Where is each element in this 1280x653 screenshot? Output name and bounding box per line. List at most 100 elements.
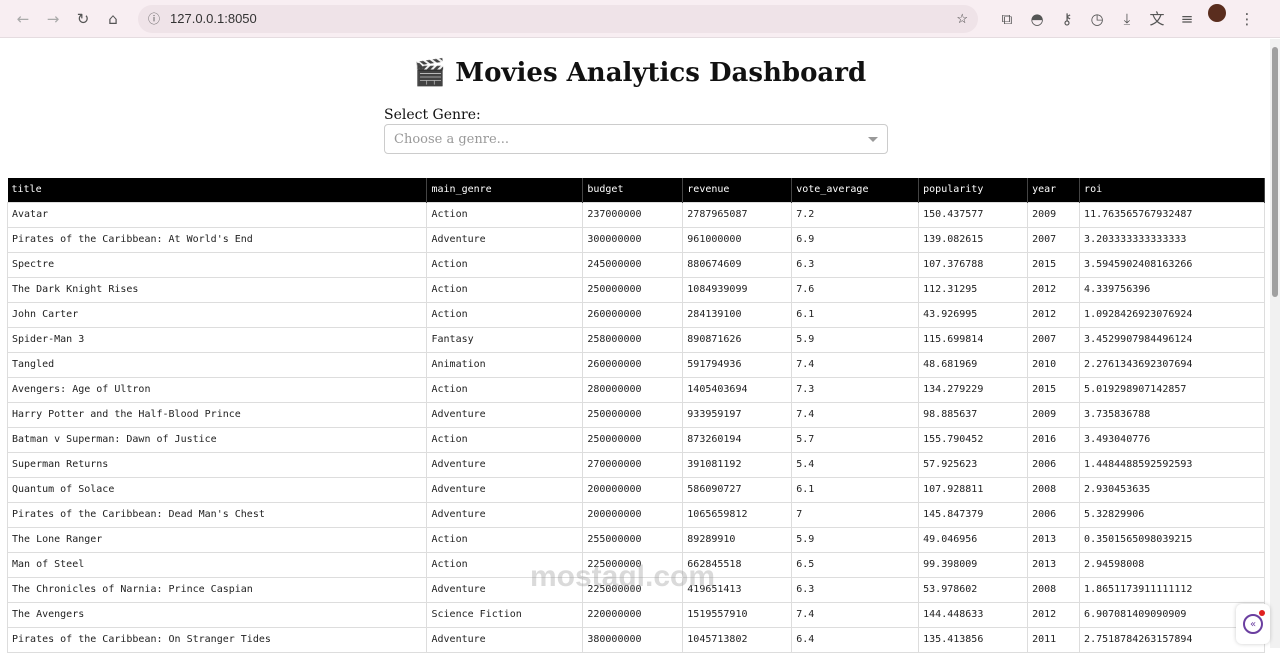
cell-revenue: 1084939099 bbox=[682, 276, 793, 303]
cell-popularity: 99.398009 bbox=[918, 551, 1029, 578]
column-header-vote-average[interactable]: vote_average bbox=[791, 178, 920, 202]
cell-roi: 3.4529907984496124 bbox=[1079, 326, 1265, 353]
cell-vote-average: 5.9 bbox=[791, 326, 920, 353]
scrollbar[interactable] bbox=[1270, 39, 1280, 648]
translate-icon[interactable]: 文 bbox=[1142, 4, 1172, 34]
cell-main-genre: Action bbox=[426, 276, 584, 303]
table-row: Pirates of the Caribbean: At World's End… bbox=[6, 226, 1265, 253]
history-icon[interactable]: ◷ bbox=[1082, 4, 1112, 34]
cell-title: Harry Potter and the Half-Blood Prince bbox=[6, 401, 428, 428]
media-control-icon[interactable]: ≡ bbox=[1172, 4, 1202, 34]
cell-popularity: 150.437577 bbox=[918, 201, 1029, 228]
cell-main-genre: Animation bbox=[426, 351, 584, 378]
cell-year: 2008 bbox=[1027, 576, 1081, 603]
cell-budget: 258000000 bbox=[582, 326, 684, 353]
cell-year: 2009 bbox=[1027, 201, 1081, 228]
cell-title: Pirates of the Caribbean: On Stranger Ti… bbox=[6, 626, 428, 653]
site-info-icon[interactable]: ⓘ bbox=[148, 10, 160, 27]
cell-title: Superman Returns bbox=[6, 451, 428, 478]
cell-title: Pirates of the Caribbean: Dead Man's Che… bbox=[6, 501, 428, 528]
incognito-icon[interactable]: ◓ bbox=[1022, 4, 1052, 34]
cell-revenue: 961000000 bbox=[682, 226, 793, 253]
cell-revenue: 933959197 bbox=[682, 401, 793, 428]
cell-main-genre: Adventure bbox=[426, 226, 584, 253]
table-row: Superman Returns Adventure 270000000 391081… bbox=[6, 451, 1265, 478]
column-header-main-genre[interactable]: main_genre bbox=[426, 178, 584, 202]
cell-title: Quantum of Solace bbox=[6, 476, 428, 503]
column-header-year[interactable]: year bbox=[1027, 178, 1081, 202]
cell-year: 2008 bbox=[1027, 476, 1081, 503]
cell-year: 2013 bbox=[1027, 526, 1081, 553]
cell-roi: 11.763565767932487 bbox=[1079, 201, 1265, 228]
url-text[interactable]: 127.0.0.1:8050 bbox=[170, 11, 956, 26]
cell-title: Pirates of the Caribbean: At World's End bbox=[6, 226, 428, 253]
column-header-title[interactable]: title bbox=[7, 178, 428, 202]
cell-vote-average: 6.1 bbox=[791, 301, 920, 328]
cell-vote-average: 7.4 bbox=[791, 401, 920, 428]
clapper-icon: 🎬 bbox=[413, 58, 447, 88]
cell-revenue: 1519557910 bbox=[682, 601, 793, 628]
bookmark-star-icon[interactable]: ☆ bbox=[956, 11, 968, 27]
cell-budget: 255000000 bbox=[582, 526, 684, 553]
cell-year: 2012 bbox=[1027, 301, 1081, 328]
cell-vote-average: 6.4 bbox=[791, 626, 920, 653]
cell-vote-average: 7.2 bbox=[791, 201, 920, 228]
cell-vote-average: 7.6 bbox=[791, 276, 920, 303]
cell-roi: 1.4484488592592593 bbox=[1079, 451, 1265, 478]
cell-popularity: 57.925623 bbox=[918, 451, 1029, 478]
cell-budget: 220000000 bbox=[582, 601, 684, 628]
cell-year: 2007 bbox=[1027, 326, 1081, 353]
table-row: Pirates of the Caribbean: Dead Man's Che… bbox=[6, 501, 1265, 528]
chevron-down-icon[interactable] bbox=[868, 136, 878, 142]
cell-popularity: 107.376788 bbox=[918, 251, 1029, 278]
cell-main-genre: Action bbox=[426, 376, 584, 403]
cell-budget: 200000000 bbox=[582, 501, 684, 528]
cell-main-genre: Fantasy bbox=[426, 326, 584, 353]
cell-roi: 5.32829906 bbox=[1079, 501, 1265, 528]
column-header-budget[interactable]: budget bbox=[582, 178, 684, 202]
column-header-revenue[interactable]: revenue bbox=[682, 178, 793, 202]
download-icon[interactable]: ⤓ bbox=[1112, 4, 1142, 34]
genre-dropdown[interactable]: Choose a genre... bbox=[384, 124, 888, 154]
cell-main-genre: Adventure bbox=[426, 501, 584, 528]
table-row: Batman v Superman: Dawn of Justice Action… bbox=[6, 426, 1265, 453]
cell-title: John Carter bbox=[6, 301, 428, 328]
scrollbar-thumb[interactable] bbox=[1272, 47, 1278, 297]
cell-revenue: 89289910 bbox=[682, 526, 793, 553]
forward-icon[interactable]: → bbox=[38, 4, 68, 34]
cell-year: 2007 bbox=[1027, 226, 1081, 253]
floating-assistant-button[interactable]: « bbox=[1236, 604, 1270, 644]
column-header-popularity[interactable]: popularity bbox=[918, 178, 1029, 202]
menu-kebab-icon[interactable]: ⋮ bbox=[1232, 4, 1262, 34]
cell-popularity: 144.448633 bbox=[918, 601, 1029, 628]
genre-label: Select Genre: bbox=[384, 107, 481, 123]
cell-revenue: 1065659812 bbox=[682, 501, 793, 528]
cell-revenue: 880674609 bbox=[682, 251, 793, 278]
table-row: Avatar Action 237000000 2787965087 7.2 150.43… bbox=[6, 201, 1265, 228]
genre-placeholder: Choose a genre... bbox=[394, 131, 510, 147]
notification-dot bbox=[1259, 610, 1265, 616]
home-icon[interactable]: ⌂ bbox=[98, 4, 128, 34]
cell-main-genre: Action bbox=[426, 301, 584, 328]
cell-popularity: 134.279229 bbox=[918, 376, 1029, 403]
back-icon[interactable]: ← bbox=[8, 4, 38, 34]
cell-year: 2013 bbox=[1027, 551, 1081, 578]
cell-roi: 3.203333333333333 bbox=[1079, 226, 1265, 253]
cell-revenue: 873260194 bbox=[682, 426, 793, 453]
cell-revenue: 591794936 bbox=[682, 351, 793, 378]
cell-vote-average: 7.4 bbox=[791, 351, 920, 378]
cell-vote-average: 6.1 bbox=[791, 476, 920, 503]
cell-revenue: 890871626 bbox=[682, 326, 793, 353]
cell-budget: 260000000 bbox=[582, 301, 684, 328]
extensions-icon[interactable]: ⧉ bbox=[992, 4, 1022, 34]
password-key-icon[interactable]: ⚷ bbox=[1052, 4, 1082, 34]
reload-icon[interactable]: ↻ bbox=[68, 4, 98, 34]
column-header-roi[interactable]: roi bbox=[1079, 178, 1265, 202]
address-bar[interactable]: ⓘ 127.0.0.1:8050 ☆ bbox=[138, 4, 978, 33]
cell-popularity: 145.847379 bbox=[918, 501, 1029, 528]
cell-roi: 2.94598008 bbox=[1079, 551, 1265, 578]
cell-year: 2016 bbox=[1027, 426, 1081, 453]
cell-roi: 3.735836788 bbox=[1079, 401, 1265, 428]
profile-avatar[interactable] bbox=[1208, 3, 1226, 22]
cell-vote-average: 6.3 bbox=[791, 251, 920, 278]
